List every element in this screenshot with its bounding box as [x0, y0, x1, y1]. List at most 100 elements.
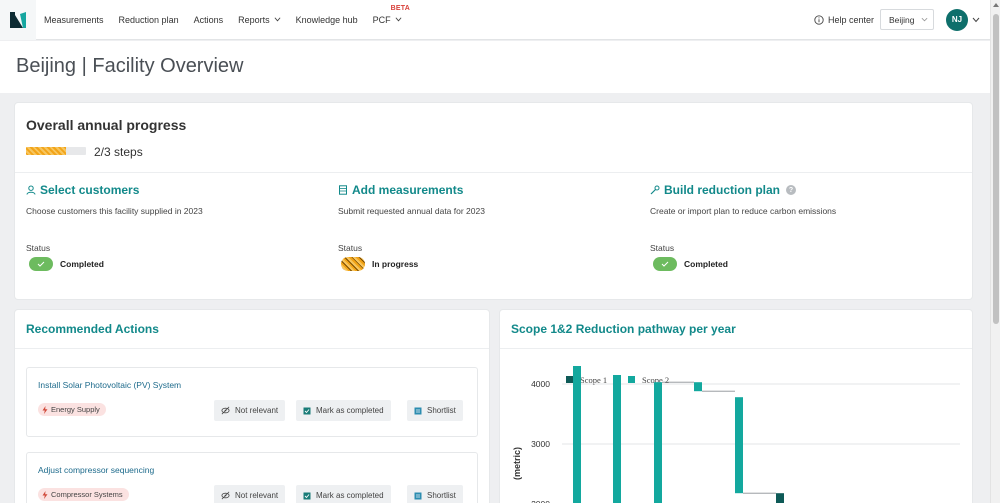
step-title: Build reduction plan — [664, 183, 780, 197]
top-nav: Measurements Reduction plan Actions Repo… — [0, 0, 990, 40]
nav-pcf[interactable]: PCF BETA — [373, 5, 410, 25]
nav-actions-label: Actions — [193, 14, 224, 25]
status-toggle[interactable] — [341, 257, 365, 271]
step-title: Add measurements — [352, 183, 464, 197]
list-icon — [414, 407, 422, 414]
category-tag-label: Compressor Systems — [51, 490, 123, 499]
logo-icon — [10, 11, 26, 28]
beta-badge: BETA — [390, 4, 411, 12]
action-item: Adjust compressor sequencing Compressor … — [26, 452, 478, 503]
nav-measurements[interactable]: Measurements — [44, 15, 104, 25]
step-title: Select customers — [40, 183, 140, 197]
step-select-customers: Select customers Choose customers this f… — [26, 183, 326, 271]
scroll-thumb[interactable] — [993, 14, 999, 324]
recommended-actions-title: Recommended Actions — [26, 322, 159, 336]
button-label: Shortlist — [427, 491, 456, 500]
y-tick-label: 4000 — [531, 379, 550, 389]
shortlist-button[interactable]: Shortlist — [407, 485, 463, 503]
bolt-icon — [42, 405, 48, 414]
chevron-down-icon[interactable] — [972, 16, 980, 24]
status-toggle[interactable] — [29, 257, 53, 271]
page-scrollbar[interactable] — [990, 0, 1000, 503]
waterfall-bar — [776, 493, 784, 503]
nav-reports-label: Reports — [238, 14, 270, 25]
legend-swatch — [566, 376, 573, 383]
info-icon — [814, 14, 824, 25]
app-logo[interactable] — [0, 0, 36, 40]
waterfall-bar — [735, 397, 743, 494]
checkbox-icon — [303, 492, 311, 499]
step-description: Create or import plan to reduce carbon e… — [650, 206, 837, 216]
page-header: Beijing | Facility Overview — [0, 41, 990, 93]
y-axis-label: (metric) — [512, 447, 522, 480]
category-tag: Energy Supply — [38, 403, 106, 416]
step-add-measurements: Add measurements Submit requested annual… — [338, 183, 638, 271]
shortlist-button[interactable]: Shortlist — [407, 400, 463, 421]
progress-title: Overall annual progress — [26, 117, 187, 133]
user-icon — [26, 185, 36, 195]
nav-knowledge-hub[interactable]: Knowledge hub — [296, 15, 358, 25]
chart-grid — [562, 383, 960, 445]
question-icon[interactable]: ? — [786, 185, 796, 195]
eye-off-icon — [221, 406, 230, 415]
step-title-link[interactable]: Add measurements — [338, 183, 638, 197]
divider — [15, 348, 489, 349]
status-label: Status — [26, 243, 51, 253]
chevron-down-icon — [921, 17, 928, 22]
reduction-pathway-chart: Scope 1Scope 2 200030004000 (metric) — [512, 366, 960, 503]
avatar[interactable]: NJ — [946, 8, 968, 31]
mark-completed-button[interactable]: Mark as completed — [296, 485, 391, 503]
recommended-actions-card: Recommended Actions Install Solar Photov… — [15, 310, 489, 503]
eye-off-icon — [221, 491, 230, 500]
step-description: Submit requested annual data for 2023 — [338, 206, 485, 216]
y-tick-label: 2000 — [531, 499, 550, 503]
progress-bar — [26, 147, 86, 155]
waterfall-bar — [654, 382, 662, 503]
not-relevant-button[interactable]: Not relevant — [214, 485, 286, 503]
chevron-down-icon — [274, 17, 281, 22]
chart-bars — [573, 366, 784, 503]
action-item: Install Solar Photovoltaic (PV) System E… — [26, 367, 478, 437]
waterfall-bar — [613, 375, 621, 503]
check-icon — [661, 261, 669, 267]
location-value: Beijing — [889, 14, 915, 25]
list-icon — [414, 492, 422, 499]
y-tick-label: 3000 — [531, 439, 550, 449]
progress-steps-text: 2/3 steps — [94, 145, 143, 159]
nav-actions[interactable]: Actions — [194, 15, 224, 25]
step-title-link[interactable]: Select customers — [26, 183, 326, 197]
reduction-pathway-card: Scope 1&2 Reduction pathway per year Sco… — [500, 310, 972, 503]
help-center-link[interactable]: Help center — [814, 15, 874, 25]
chevron-down-icon — [395, 17, 402, 22]
status-text: Completed — [684, 259, 728, 269]
scroll-up-arrow[interactable] — [993, 3, 999, 7]
action-title-link[interactable]: Adjust compressor sequencing — [38, 465, 154, 475]
step-title-link[interactable]: Build reduction plan ? — [650, 183, 950, 197]
category-tag: Compressor Systems — [38, 488, 129, 501]
legend-swatch — [628, 376, 635, 383]
status-label: Status — [650, 243, 675, 253]
mark-completed-button[interactable]: Mark as completed — [296, 400, 391, 421]
nav-reports[interactable]: Reports — [238, 15, 281, 25]
page-title: Beijing | Facility Overview — [16, 55, 244, 77]
nav-reduction-plan[interactable]: Reduction plan — [119, 15, 179, 25]
progress-bar-fill — [26, 147, 66, 155]
bolt-icon — [42, 490, 48, 499]
action-title-link[interactable]: Install Solar Photovoltaic (PV) System — [38, 380, 181, 390]
location-select[interactable]: Beijing — [880, 9, 934, 30]
check-icon — [37, 261, 45, 267]
status-label: Status — [338, 243, 363, 253]
status-text: In progress — [372, 259, 419, 269]
ledger-icon — [339, 185, 347, 195]
not-relevant-button[interactable]: Not relevant — [214, 400, 286, 421]
wrench-icon — [650, 185, 660, 195]
category-tag-label: Energy Supply — [51, 405, 100, 414]
button-label: Mark as completed — [316, 491, 384, 500]
nav-reduction-plan-label: Reduction plan — [118, 14, 179, 25]
annual-progress-card: Overall annual progress 2/3 steps Select… — [15, 103, 972, 299]
divider — [15, 172, 972, 173]
chart-title: Scope 1&2 Reduction pathway per year — [511, 322, 736, 336]
button-label: Shortlist — [427, 406, 456, 415]
status-toggle[interactable] — [653, 257, 677, 271]
waterfall-bar — [694, 382, 702, 392]
